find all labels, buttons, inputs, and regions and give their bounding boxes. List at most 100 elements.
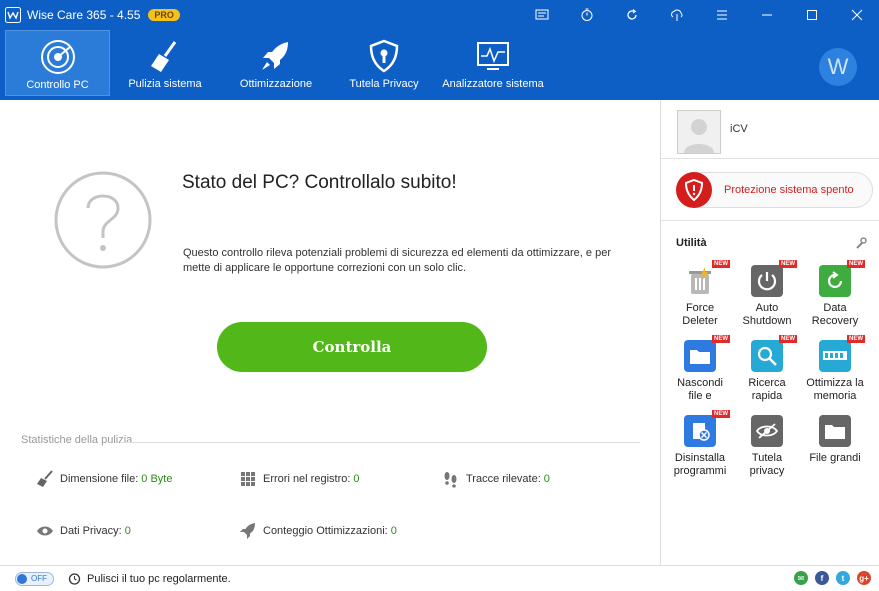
account-avatar[interactable]: W [819, 48, 857, 86]
new-badge: NEW [847, 260, 865, 268]
email-icon[interactable]: ✉ [794, 571, 808, 585]
stat-value: 0 [543, 473, 550, 485]
stat-label: Conteggio Ottimizzazioni: [263, 525, 388, 537]
nav-item-controllo-pc[interactable]: Controllo PC [5, 30, 110, 96]
timer-icon[interactable] [564, 0, 609, 30]
check-button[interactable]: Controlla [217, 322, 487, 372]
utilities-title: Utilità [676, 237, 707, 249]
twitter-icon[interactable]: t [836, 571, 850, 585]
question-icon [54, 171, 152, 269]
toggle-knob [17, 573, 27, 584]
tool-label: Shutdown [742, 315, 792, 327]
main-panel: Stato del PC? Controllalo subito! Questo… [0, 100, 660, 565]
stat-privacy-data: Dati Privacy: 0 [35, 521, 131, 541]
close-icon[interactable] [834, 0, 879, 30]
broom-icon [145, 36, 185, 76]
shield-icon [364, 36, 404, 76]
nav-label: Controllo PC [26, 79, 89, 91]
stat-value: 0 Byte [141, 473, 173, 485]
stat-value: 0 [353, 473, 360, 485]
social-links: ✉ f t g+ [787, 571, 871, 585]
search-icon: NEW [751, 335, 797, 372]
protection-status-button[interactable]: Protezione sistema spento [676, 172, 873, 208]
tool-uninstall-programs[interactable]: NEW Disinstalla programmi [666, 410, 734, 478]
nav-label: Tutela Privacy [349, 78, 419, 90]
refresh-icon[interactable] [609, 0, 654, 30]
recovery-icon: NEW [819, 260, 865, 297]
facebook-icon[interactable]: f [815, 571, 829, 585]
tool-label: Ottimizza la [806, 377, 864, 389]
rocket-icon [238, 521, 258, 541]
tool-data-recovery[interactable]: NEW Data Recovery [801, 260, 869, 328]
footprints-icon [441, 469, 461, 489]
nav-item-ottimizzazione[interactable]: Ottimizzazione [228, 30, 324, 96]
tool-label: Data [823, 302, 847, 314]
tool-label: memoria [813, 390, 857, 402]
minimize-icon[interactable] [744, 0, 789, 30]
monitor-icon [473, 36, 513, 76]
radar-icon [38, 37, 78, 77]
big-folder-icon [819, 415, 851, 447]
stat-value: 0 [390, 525, 397, 537]
tool-label: privacy [749, 465, 785, 477]
uninstall-icon: NEW [684, 410, 730, 447]
eye-icon [35, 521, 55, 541]
tool-auto-shutdown[interactable]: NEW Auto Shutdown [733, 260, 801, 328]
tool-hide-files[interactable]: NEW Nascondi file e [666, 335, 734, 403]
window-title: Wise Care 365 - 4.55 [27, 8, 141, 22]
side-panel: iCV Protezione sistema spento Utilità NE… [660, 100, 879, 565]
tool-label: Force [685, 302, 715, 314]
nav-item-tutela-privacy[interactable]: Tutela Privacy [336, 30, 432, 96]
grid-icon [238, 469, 258, 489]
auto-clean-toggle[interactable]: OFF [15, 571, 54, 586]
new-badge: NEW [779, 335, 797, 343]
user-avatar[interactable] [677, 110, 721, 154]
googleplus-icon[interactable]: g+ [857, 571, 871, 585]
power-icon: NEW [751, 260, 797, 297]
broom-icon [35, 469, 55, 489]
wrench-icon[interactable] [855, 237, 867, 249]
stat-optimizations: Conteggio Ottimizzazioni: 0 [238, 521, 397, 541]
tool-label: File grandi [809, 452, 861, 464]
toggle-label: OFF [31, 574, 47, 583]
stat-registry-errors: Errori nel registro: 0 [238, 469, 360, 489]
tool-privacy-protection[interactable]: Tutela privacy [733, 415, 801, 478]
divider [661, 220, 879, 221]
protection-label: Protezione sistema spento [724, 184, 854, 196]
tool-label: programmi [673, 465, 727, 477]
app-logo-icon [5, 7, 21, 23]
pro-badge: PRO [148, 9, 180, 21]
stats-title: Statistiche della pulizia [21, 434, 133, 446]
tool-optimize-memory[interactable]: NEW Ottimizza la memoria [801, 335, 869, 403]
memory-icon: NEW [819, 335, 865, 372]
menu-icon[interactable] [699, 0, 744, 30]
nav-item-pulizia-sistema[interactable]: Pulizia sistema [117, 30, 213, 96]
tool-label: Deleter [682, 315, 718, 327]
nav-label: Analizzatore sistema [442, 78, 544, 90]
shield-alert-icon [676, 172, 712, 208]
divider [661, 158, 879, 159]
stat-label: Errori nel registro: [263, 473, 351, 485]
nav-item-analizzatore-sistema[interactable]: Analizzatore sistema [440, 30, 546, 96]
cloud-icon[interactable] [654, 0, 699, 30]
eye-off-icon [751, 415, 783, 447]
tool-quick-search[interactable]: NEW Ricerca rapida [733, 335, 801, 403]
tool-label: Recovery [811, 315, 859, 327]
folder-icon: NEW [684, 335, 730, 372]
tool-force-deleter[interactable]: NEW Force Deleter [666, 260, 734, 328]
tool-label: Tutela [751, 452, 783, 464]
stat-value: 0 [124, 525, 131, 537]
tool-label: Ricerca [748, 377, 786, 389]
stat-label: Tracce rilevate: [466, 473, 541, 485]
tool-label: Disinstalla [674, 452, 726, 464]
stat-label: Dimensione file: [60, 473, 139, 485]
tool-label: rapida [751, 390, 783, 402]
feedback-icon[interactable] [519, 0, 564, 30]
maximize-icon[interactable] [789, 0, 834, 30]
tool-big-files[interactable]: File grandi [801, 415, 869, 465]
main-toolbar: Controllo PC Pulizia sistema Ottimizzazi… [0, 30, 879, 100]
alarm-clock-icon [68, 573, 81, 585]
page-title: Stato del PC? Controllalo subito! [182, 172, 457, 193]
new-badge: NEW [847, 335, 865, 343]
trash-icon: NEW [684, 260, 730, 297]
